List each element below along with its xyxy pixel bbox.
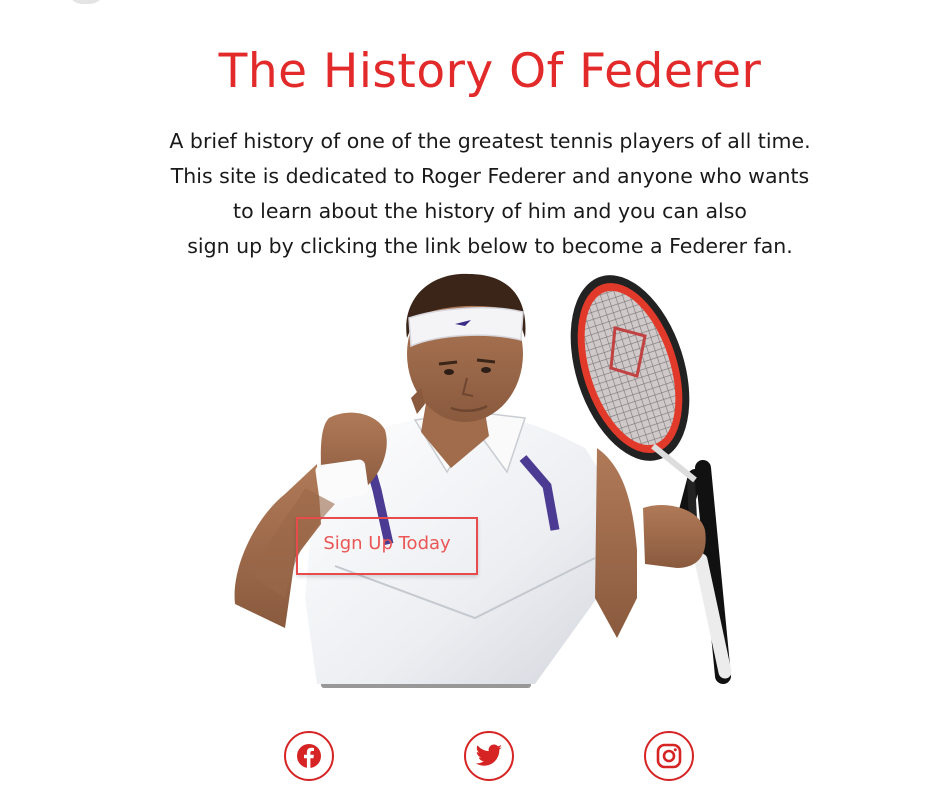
intro-line: to learn about the history of him and yo… [233,199,747,223]
signup-label: Sign Up Today [323,532,451,554]
page: The History Of Federer A brief history o… [0,0,927,795]
corner-decoration [68,0,104,4]
signup-button[interactable]: Sign Up Today [296,517,478,575]
hero-image [225,268,745,692]
instagram-icon [656,743,682,769]
intro-line: sign up by clicking the link below to be… [187,234,793,258]
tennis-player-illustration [234,273,732,688]
facebook-icon [297,744,321,768]
instagram-link[interactable] [644,731,694,781]
twitter-icon [475,744,502,766]
intro-line: This site is dedicated to Roger Federer … [170,164,810,188]
twitter-link[interactable] [464,731,514,781]
intro-paragraph: A brief history of one of the greatest t… [0,124,927,264]
wristband [315,459,369,501]
page-title: The History Of Federer [218,44,762,99]
intro-line: A brief history of one of the greatest t… [169,129,811,153]
facebook-link[interactable] [284,731,334,781]
